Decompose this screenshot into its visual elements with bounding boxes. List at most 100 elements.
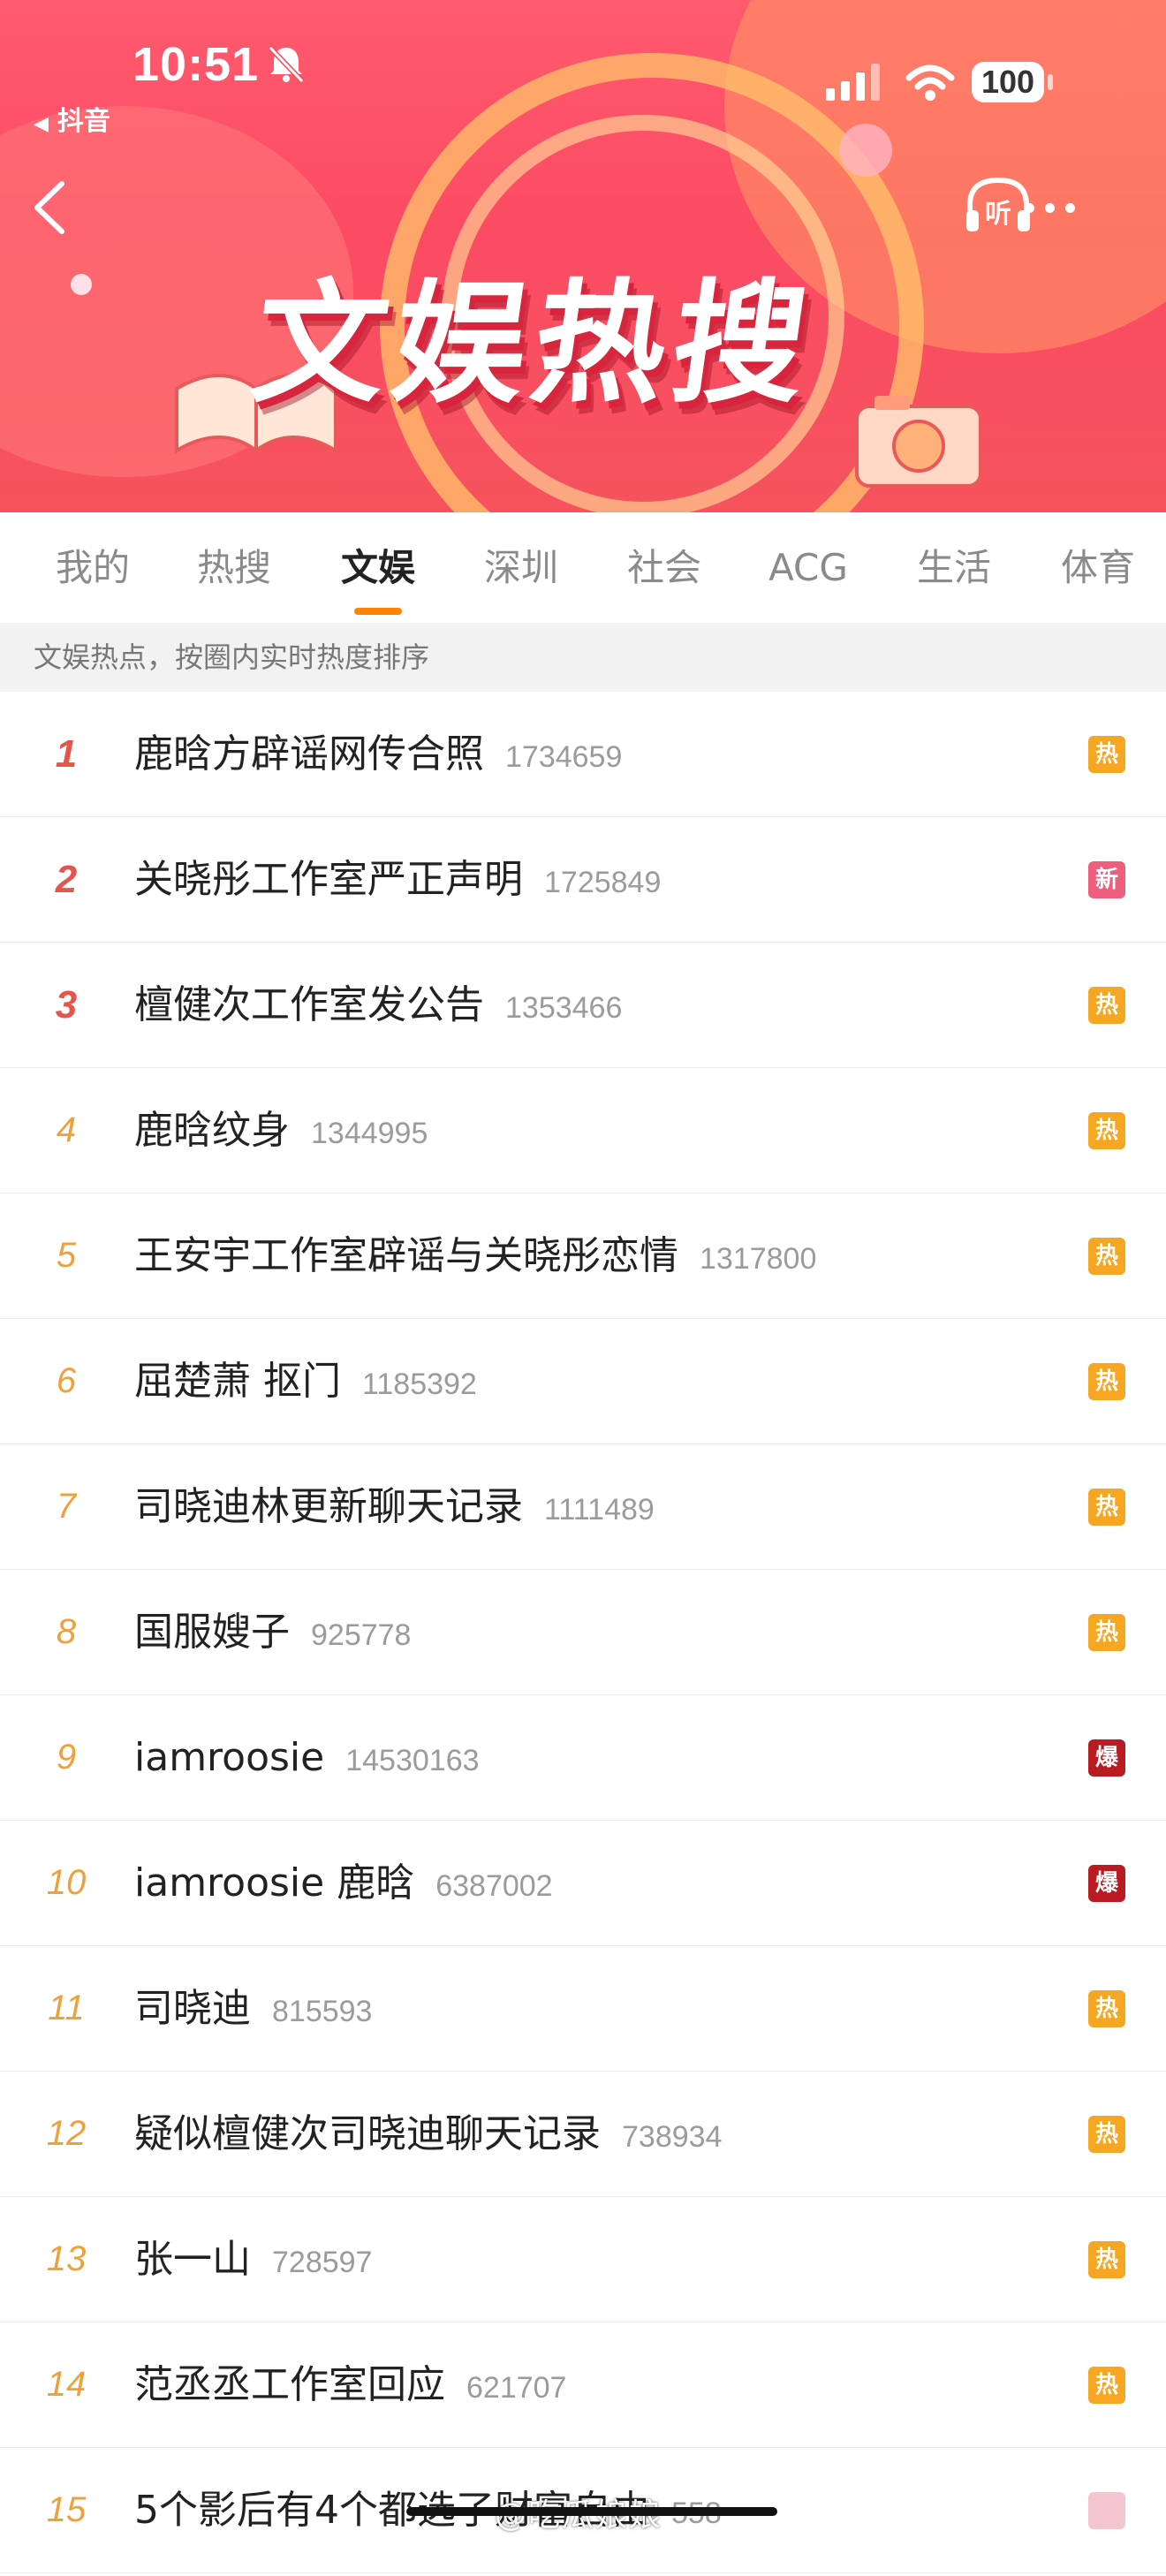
tab-6[interactable]: 生活 (901, 512, 1007, 623)
list-item[interactable]: 13 张一山 728597 热 (0, 2197, 1166, 2322)
home-indicator (406, 2507, 777, 2516)
topic-title: 鹿晗纹身 (134, 1108, 290, 1153)
topic-line: 司晓迪 815593 (134, 1946, 372, 2071)
heat-badge: 热 (1088, 1489, 1125, 1526)
tab-1[interactable]: 热搜 (181, 512, 287, 623)
back-to-app-link[interactable]: ◀ 抖音 (34, 99, 110, 138)
topic-line: 王安宇工作室辟谣与关晓彤恋情 1317800 (134, 1193, 816, 1318)
headphone-listen-icon[interactable]: 听 (963, 175, 1034, 237)
heat-count: 6387002 (435, 1869, 553, 1903)
tab-5[interactable]: ACG (746, 512, 870, 623)
rank-number: 1 (55, 732, 78, 776)
silent-bell-icon (268, 45, 305, 84)
tab-4[interactable]: 社会 (611, 512, 717, 623)
back-arrow-icon[interactable] (26, 177, 71, 239)
topic-line: 疑似檀健次司晓迪聊天记录 738934 (134, 2072, 722, 2196)
topic-title: 张一山 (134, 2237, 251, 2282)
topic-line: 司晓迪林更新聊天记录 1111489 (134, 1444, 655, 1569)
topic-title: 屈楚萧 抠门 (134, 1359, 341, 1404)
list-item[interactable]: 7 司晓迪林更新聊天记录 1111489 热 (0, 1444, 1166, 1570)
topic-line: 鹿晗方辟谣网传合照 1734659 (134, 692, 622, 816)
banner: 10:51 ◀ 抖音 100 文娱热搜 听 (0, 0, 1166, 512)
heat-badge: 热 (1088, 1990, 1125, 2027)
topic-title: 疑似檀健次司晓迪聊天记录 (134, 2111, 601, 2156)
back-triangle-icon: ◀ (34, 113, 49, 135)
rank-number: 9 (56, 1738, 77, 1777)
rank-number: 10 (46, 1863, 87, 1902)
topic-title: 范丞丞工作室回应 (134, 2362, 445, 2407)
heat-count: 1725849 (544, 866, 662, 899)
list-item[interactable]: 14 范丞丞工作室回应 621707 热 (0, 2322, 1166, 2448)
heat-badge: 热 (1088, 2367, 1125, 2404)
heat-badge: 热 (1088, 2116, 1125, 2153)
heat-badge: 热 (1088, 987, 1125, 1024)
topic-title: 国服嫂子 (134, 1610, 290, 1655)
heat-count: 728597 (272, 2246, 373, 2279)
topic-line: iamroosie 鹿晗 6387002 (134, 1821, 553, 1945)
rank-number: 4 (56, 1110, 77, 1149)
topic-title: 关晓彤工作室严正声明 (134, 857, 523, 902)
list-item[interactable]: 2 关晓彤工作室严正声明 1725849 新 (0, 817, 1166, 943)
heat-count: 815593 (272, 1995, 373, 2028)
tab-3[interactable]: 深圳 (468, 512, 574, 623)
list-item[interactable]: 4 鹿晗纹身 1344995 热 (0, 1068, 1166, 1193)
rank-number: 14 (46, 2365, 87, 2404)
list-item[interactable]: 1 鹿晗方辟谣网传合照 1734659 热 (0, 692, 1166, 817)
rank-number: 2 (55, 858, 78, 901)
heat-count: 925778 (311, 1618, 412, 1652)
rank-number: 6 (56, 1361, 77, 1400)
topic-line: 檀健次工作室发公告 1353466 (134, 943, 622, 1067)
tab-2[interactable]: 文娱 (325, 512, 431, 623)
heat-count: 1344995 (311, 1117, 428, 1150)
topic-title: 檀健次工作室发公告 (134, 982, 484, 1027)
topic-line: 鹿晗纹身 1344995 (134, 1068, 428, 1193)
back-app-label: 抖音 (57, 106, 110, 137)
heat-count: 14530163 (345, 1744, 480, 1777)
more-options-button[interactable] (1025, 200, 1086, 216)
battery-cap (1048, 74, 1053, 90)
list-item[interactable]: 3 檀健次工作室发公告 1353466 热 (0, 943, 1166, 1068)
rank-number: 8 (56, 1612, 77, 1651)
camera-icon (855, 396, 982, 488)
more-dot-icon (1045, 203, 1055, 213)
rank-number: 3 (55, 983, 78, 1027)
heat-count: 1734659 (505, 740, 623, 774)
heat-badge: 爆 (1088, 1739, 1125, 1777)
heat-badge: 热 (1088, 2241, 1125, 2278)
topic-line: 屈楚萧 抠门 1185392 (134, 1319, 477, 1443)
rank-number: 5 (56, 1236, 77, 1275)
status-time: 10:51 (132, 38, 260, 91)
category-tabs: 我的 热搜 文娱 深圳 社会 ACG 生活 体育 (0, 512, 1166, 623)
rank-number: 15 (46, 2490, 87, 2529)
topic-line: iamroosie 14530163 (134, 1695, 480, 1820)
page-title: 文娱热搜 (243, 268, 824, 421)
list-item[interactable]: 10 iamroosie 鹿晗 6387002 爆 (0, 1821, 1166, 1946)
more-dot-icon (1025, 203, 1034, 213)
list-item[interactable]: 8 国服嫂子 925778 热 (0, 1570, 1166, 1695)
topic-line: 国服嫂子 925778 (134, 1570, 411, 1694)
banner-dot (71, 274, 92, 295)
list-item[interactable]: 12 疑似檀健次司晓迪聊天记录 738934 热 (0, 2072, 1166, 2197)
heat-count: 1185392 (362, 1368, 477, 1401)
rank-number: 13 (46, 2239, 87, 2278)
list-item[interactable]: 11 司晓迪 815593 热 (0, 1946, 1166, 2072)
topic-title: iamroosie 鹿晗 (134, 1860, 415, 1905)
tab-0[interactable]: 我的 (40, 512, 146, 623)
list-item[interactable]: 5 王安宇工作室辟谣与关晓彤恋情 1317800 热 (0, 1193, 1166, 1319)
tab-7[interactable]: 体育 (1045, 512, 1151, 623)
rank-number: 7 (56, 1487, 77, 1526)
heat-badge: 热 (1088, 1238, 1125, 1275)
listen-label: 听 (985, 199, 1011, 230)
cellular-signal-icon (826, 64, 880, 101)
topic-line: 关晓彤工作室严正声明 1725849 (134, 817, 661, 942)
heat-badge: 热 (1088, 1112, 1125, 1149)
topic-title: iamroosie (134, 1735, 325, 1780)
status-bar: 10:51 ◀ 抖音 100 (0, 0, 1166, 141)
heat-count: 1111489 (544, 1493, 655, 1527)
heat-badge: 热 (1088, 736, 1125, 773)
rank-number: 12 (46, 2114, 87, 2153)
list-item[interactable]: 9 iamroosie 14530163 爆 (0, 1695, 1166, 1821)
list-item[interactable]: 6 屈楚萧 抠门 1185392 热 (0, 1319, 1166, 1444)
more-dot-icon (1065, 203, 1075, 213)
battery-indicator: 100 (972, 62, 1044, 102)
